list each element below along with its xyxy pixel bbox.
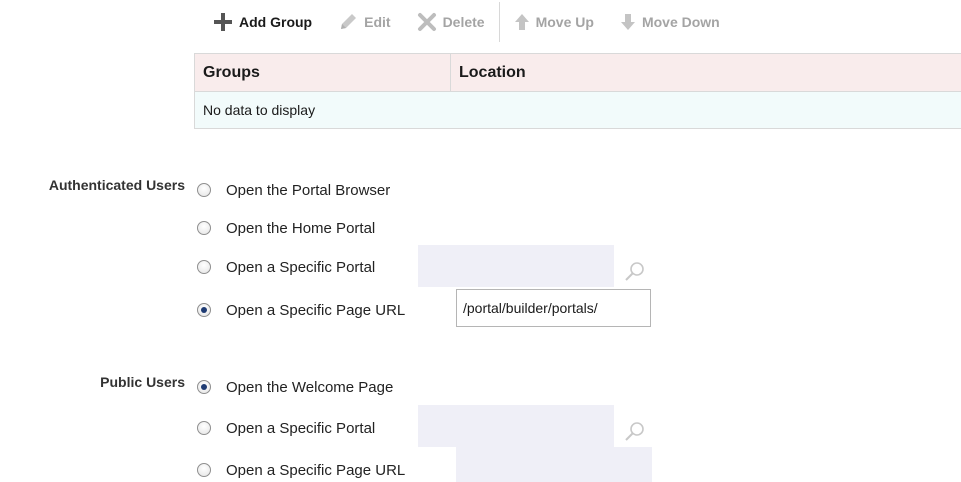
groups-toolbar: Add Group Edit Delete Move Up Move Down (213, 2, 720, 42)
pencil-icon (338, 12, 358, 32)
public-option-welcome-page[interactable]: Open the Welcome Page (197, 375, 393, 399)
radio-button[interactable] (197, 221, 211, 235)
radio-button[interactable] (197, 183, 211, 197)
search-icon[interactable] (623, 260, 647, 287)
radio-button[interactable] (197, 421, 211, 435)
public-users-label: Public Users (100, 374, 185, 390)
radio-button[interactable] (197, 260, 211, 274)
x-icon (417, 12, 437, 32)
radio-label: Open the Portal Browser (226, 181, 391, 199)
radio-label: Open a Specific Page URL (226, 301, 406, 319)
search-icon[interactable] (623, 420, 647, 447)
toolbar-separator (498, 2, 500, 42)
move-up-label: Move Up (535, 14, 594, 30)
arrow-down-icon (620, 12, 636, 32)
auth-option-specific-portal[interactable]: Open a Specific Portal (197, 255, 375, 279)
delete-button[interactable]: Delete (417, 12, 485, 32)
column-header-location[interactable]: Location (451, 54, 961, 91)
auth-option-home-portal[interactable]: Open the Home Portal (197, 216, 375, 240)
auth-page-url-input[interactable] (456, 289, 651, 327)
public-page-url-field[interactable] (456, 447, 652, 482)
auth-option-portal-browser[interactable]: Open the Portal Browser (197, 178, 390, 202)
public-specific-portal-field[interactable] (418, 405, 614, 447)
public-option-specific-portal[interactable]: Open a Specific Portal (197, 416, 375, 440)
radio-button[interactable] (197, 463, 211, 477)
radio-button-selected[interactable] (197, 380, 211, 394)
auth-option-specific-page-url[interactable]: Open a Specific Page URL (197, 298, 405, 322)
authenticated-users-label: Authenticated Users (48, 177, 185, 193)
move-up-button[interactable]: Move Up (514, 12, 594, 32)
move-down-button[interactable]: Move Down (620, 12, 720, 32)
public-option-specific-page-url[interactable]: Open a Specific Page URL (197, 458, 405, 482)
empty-table-message: No data to display (195, 92, 961, 128)
radio-button-selected[interactable] (197, 303, 211, 317)
add-group-button[interactable]: Add Group (213, 12, 312, 32)
radio-label: Open a Specific Portal (226, 419, 376, 437)
radio-label: Open the Welcome Page (226, 378, 394, 396)
arrow-up-icon (514, 12, 530, 32)
radio-label: Open the Home Portal (226, 219, 376, 237)
plus-icon (213, 12, 233, 32)
radio-label: Open a Specific Portal (226, 258, 376, 276)
portal-settings-page: Add Group Edit Delete Move Up Move Down … (0, 0, 961, 482)
groups-table: Groups Location No data to display (194, 53, 961, 129)
add-group-label: Add Group (239, 14, 313, 30)
edit-label: Edit (364, 14, 391, 30)
column-header-groups[interactable]: Groups (195, 54, 451, 91)
delete-label: Delete (442, 14, 485, 30)
move-down-label: Move Down (641, 14, 720, 30)
auth-specific-portal-field[interactable] (418, 245, 614, 287)
table-header: Groups Location (195, 54, 961, 92)
edit-button[interactable]: Edit (338, 12, 391, 32)
radio-label: Open a Specific Page URL (226, 461, 406, 479)
